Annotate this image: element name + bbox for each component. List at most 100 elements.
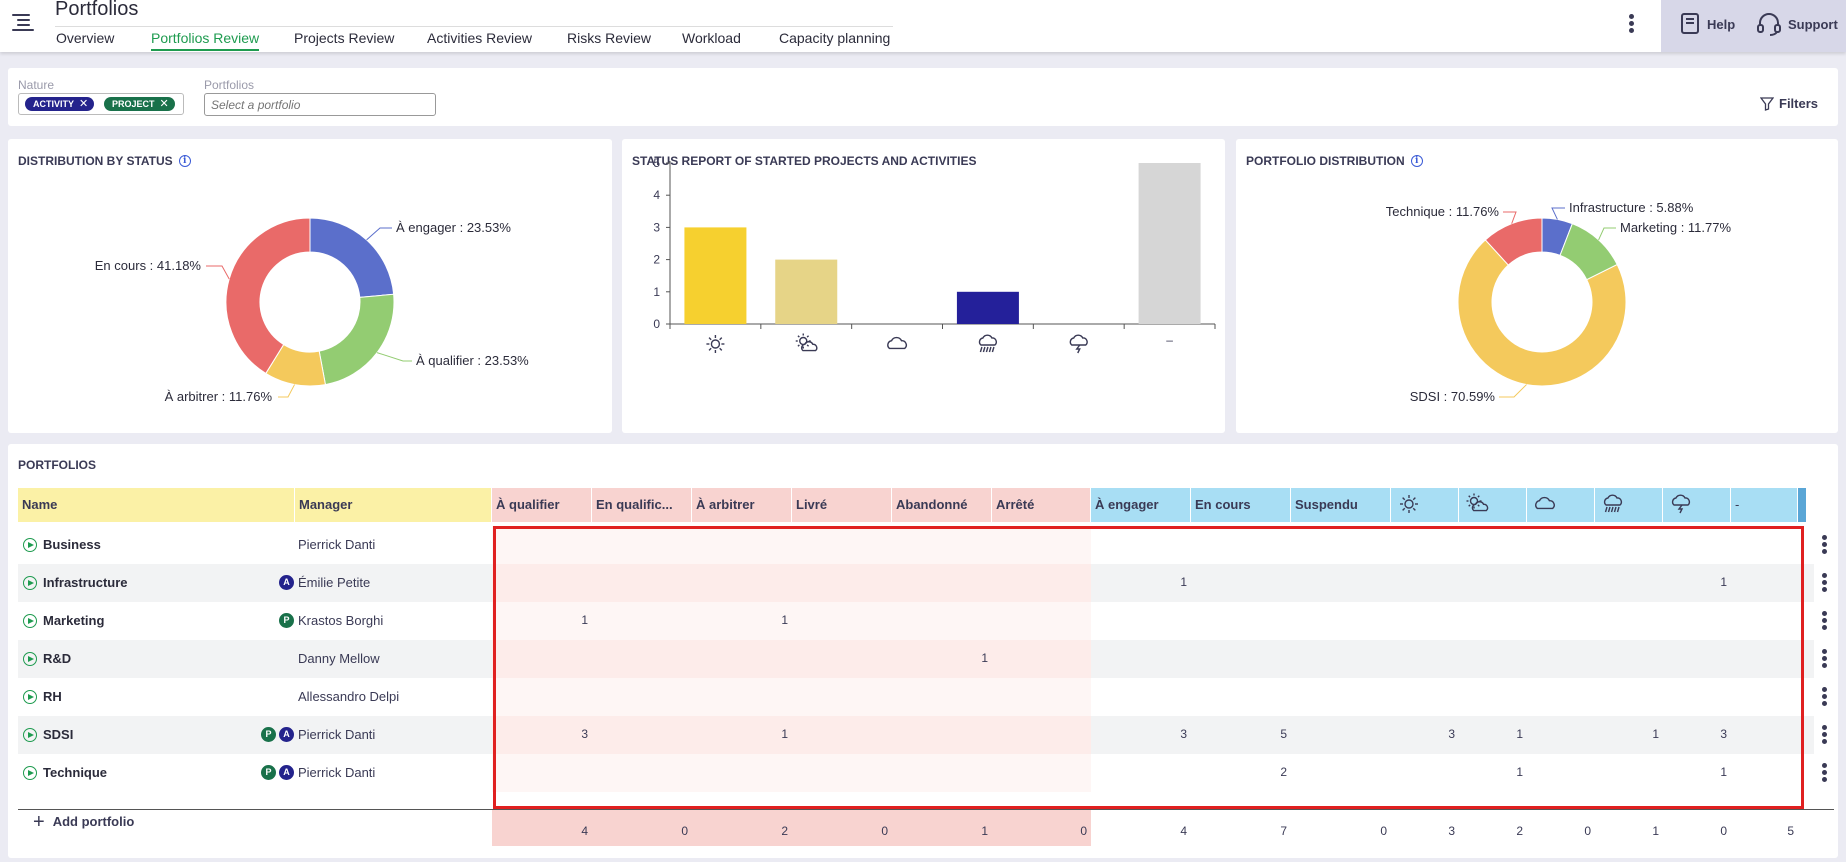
slice-label: En cours : 41.18% (95, 258, 202, 273)
column-header-name[interactable]: Name (18, 488, 295, 522)
filters-button[interactable]: Filters (1760, 96, 1818, 111)
expand-row-icon[interactable] (23, 766, 37, 780)
column-header-status[interactable]: Arrêté (992, 488, 1091, 522)
slice-label: Technique : 11.76% (1386, 204, 1500, 219)
portfolio-manager: Émilie Petite (298, 575, 371, 590)
row-actions-icon[interactable] (1821, 573, 1827, 593)
remove-chip-icon[interactable]: ✕ (160, 98, 169, 110)
status-report-card: STATUS REPORT OF STARTED PROJECTS AND AC… (622, 139, 1225, 433)
status-band (492, 754, 1091, 792)
table-scrollbar[interactable] (1798, 488, 1806, 522)
expand-row-icon[interactable] (23, 614, 37, 628)
portfolio-donut-chart: Infrastructure : 5.88% Marketing : 11.77%… (1386, 200, 1732, 404)
add-portfolio-button[interactable]: + Add portfolio (33, 812, 134, 832)
portfolio-name[interactable]: Marketing (43, 613, 104, 628)
expand-row-icon[interactable] (23, 728, 37, 742)
table-row[interactable]: Marketing P Krastos Borghi 1 1 (18, 602, 1827, 640)
chip-project-label: PROJECT (112, 99, 155, 109)
filter-bar: Nature ACTIVITY ✕ PROJECT ✕ Portfolios Fil… (8, 68, 1838, 126)
tab-overview[interactable]: Overview (56, 30, 114, 46)
row-actions-icon[interactable] (1821, 649, 1827, 669)
help-button[interactable]: Help (1679, 12, 1735, 36)
column-header-status[interactable]: Abandonné (892, 488, 992, 522)
slice-leader-line (366, 227, 392, 241)
tab-activities-review[interactable]: Activities Review (427, 30, 532, 46)
portfolios-label: Portfolios (204, 78, 255, 92)
project-badge: P (279, 613, 294, 628)
rainy-icon (1603, 494, 1623, 513)
total-cell: 7 (1280, 824, 1287, 838)
more-options-icon[interactable] (1628, 14, 1634, 38)
status-donut-chart: À engager : 23.53% À qualifier : 23.53% À … (95, 217, 529, 404)
table-row[interactable]: SDSI P A Pierrick Danti 3 1 3 5 3 1 1 3 (18, 716, 1827, 754)
row-actions-icon[interactable] (1821, 535, 1827, 555)
remove-chip-icon[interactable]: ✕ (79, 98, 88, 110)
column-header-status[interactable]: - (1731, 488, 1798, 522)
status-band (492, 526, 1091, 564)
cloudy-icon (887, 336, 907, 350)
row-actions-icon[interactable] (1821, 611, 1827, 631)
column-header-stormy[interactable] (1663, 488, 1731, 522)
table-row[interactable]: Business Pierrick Danti (18, 526, 1827, 564)
expand-row-icon[interactable] (23, 538, 37, 552)
table-cell: 1 (781, 727, 788, 741)
headset-icon (1757, 13, 1781, 36)
portfolio-name[interactable]: RH (43, 689, 62, 704)
column-header-status[interactable]: À arbitrer (692, 488, 792, 522)
portfolio-name[interactable]: R&D (43, 651, 71, 666)
page-title: Portfolios (55, 0, 139, 20)
status-band (492, 564, 1091, 602)
column-header-rainy[interactable] (1595, 488, 1663, 522)
slice-leader-line (1499, 384, 1527, 398)
portfolio-name[interactable]: Infrastructure (43, 575, 128, 590)
portfolio-name[interactable]: SDSI (43, 727, 73, 742)
total-cell: 1 (981, 824, 988, 838)
column-header-status[interactable]: À engager (1091, 488, 1191, 522)
column-header-sunny[interactable] (1391, 488, 1459, 522)
help-panel: Help Support (1661, 0, 1846, 52)
bar-– (1138, 163, 1201, 324)
table-row[interactable]: RH Allessandro Delpi (18, 678, 1827, 716)
distribution-by-status-card: DISTRIBUTION BY STATUS i À engager : 23.5… (8, 139, 612, 433)
tab-risks-review[interactable]: Risks Review (567, 30, 651, 46)
tab-capacity-planning[interactable]: Capacity planning (779, 30, 890, 46)
column-header-status[interactable]: Suspendu (1291, 488, 1391, 522)
table-cell: 3 (1720, 727, 1727, 741)
partly-cloudy-icon (795, 333, 818, 352)
column-header-status[interactable]: Livré (792, 488, 892, 522)
donut-slice (318, 293, 395, 386)
support-button[interactable]: Support (1756, 12, 1838, 36)
row-actions-icon[interactable] (1821, 763, 1827, 783)
column-header-status[interactable]: En qualific... (592, 488, 692, 522)
column-header-cloudy[interactable] (1527, 488, 1595, 522)
activity-badge: A (279, 575, 294, 590)
table-cell: 1 (1720, 765, 1727, 779)
expand-row-icon[interactable] (23, 652, 37, 666)
column-header-manager[interactable]: Manager (295, 488, 492, 522)
help-label: Help (1707, 16, 1736, 32)
tab-portfolios-review[interactable]: Portfolios Review (151, 30, 260, 51)
table-row[interactable]: R&D Danny Mellow 1 (18, 640, 1827, 678)
stormy-icon (1069, 334, 1088, 354)
tab-projects-review[interactable]: Projects Review (294, 30, 394, 46)
stormy-icon (1671, 494, 1691, 514)
portfolio-name[interactable]: Technique (43, 765, 107, 780)
column-header-partly-cloudy[interactable] (1459, 488, 1527, 522)
expand-row-icon[interactable] (23, 576, 37, 590)
chip-activity[interactable]: ACTIVITY ✕ (25, 97, 95, 111)
menu-toggle-icon[interactable] (12, 12, 34, 32)
column-header-status[interactable]: À qualifier (492, 488, 592, 522)
column-header-status[interactable]: En cours (1191, 488, 1291, 522)
chip-project[interactable]: PROJECT ✕ (104, 97, 175, 111)
row-actions-icon[interactable] (1821, 687, 1827, 707)
table-row[interactable]: Infrastructure A Émilie Petite 1 1 (18, 564, 1827, 602)
table-row[interactable]: Technique P A Pierrick Danti 2 1 1 (18, 754, 1827, 792)
portfolio-select-input[interactable] (204, 93, 436, 116)
expand-row-icon[interactable] (23, 690, 37, 704)
row-actions-icon[interactable] (1821, 725, 1827, 745)
filters-label: Filters (1779, 96, 1819, 111)
portfolio-name[interactable]: Business (43, 537, 101, 552)
nature-select[interactable]: ACTIVITY ✕ PROJECT ✕ (18, 93, 184, 115)
tab-workload[interactable]: Workload (682, 30, 741, 46)
activity-badge: A (279, 765, 294, 780)
